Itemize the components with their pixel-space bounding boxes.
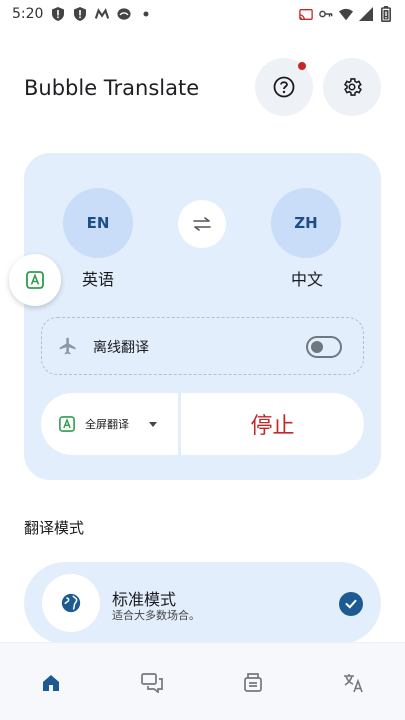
document-icon	[244, 673, 262, 692]
gear-icon	[344, 78, 362, 96]
action-row: 全屏翻译 停止	[41, 393, 364, 455]
nav-home[interactable]	[39, 671, 63, 695]
stop-button[interactable]: 停止	[181, 393, 364, 455]
swap-languages-button[interactable]	[178, 200, 226, 248]
key-icon	[319, 7, 333, 21]
nav-chat[interactable]	[140, 671, 164, 695]
section-title: 翻译模式	[24, 519, 85, 537]
globe-icon	[61, 593, 81, 613]
m-logo-icon	[95, 7, 110, 21]
app-title: Bubble Translate	[24, 76, 200, 100]
offline-translation-row: 离线翻译	[41, 317, 364, 375]
translation-scope-label: 全屏翻译	[85, 418, 129, 431]
status-left: 5:20	[12, 6, 153, 22]
translation-scope-dropdown[interactable]: 全屏翻译	[41, 393, 178, 455]
globe-icon-wrap	[42, 574, 100, 632]
nav-document[interactable]	[241, 671, 265, 695]
mode-option-standard[interactable]: 标准模式 适合大多数场合。	[24, 562, 381, 644]
app-header: Bubble Translate	[0, 58, 405, 118]
notification-dot	[298, 62, 306, 70]
signal-icon	[359, 7, 373, 21]
status-time: 5:20	[12, 6, 44, 22]
help-icon	[273, 76, 295, 98]
home-icon	[43, 675, 59, 691]
wifi-icon	[339, 7, 353, 21]
source-language-name: 英语	[82, 270, 115, 289]
battery-icon	[379, 6, 393, 22]
source-language-button[interactable]: EN	[63, 188, 133, 258]
nav-translate[interactable]	[342, 671, 366, 695]
translate-a-icon	[26, 271, 44, 289]
swap-icon	[193, 217, 211, 231]
target-language-code: ZH	[294, 214, 318, 232]
status-right	[299, 6, 393, 22]
status-bar: 5:20	[0, 0, 405, 28]
offline-translation-label: 离线翻译	[93, 340, 149, 356]
toggle-knob	[311, 341, 323, 353]
target-language-button[interactable]: ZH	[271, 188, 341, 258]
mode-description: 适合大多数场合。	[112, 609, 200, 622]
shield-alert-icon	[73, 7, 87, 21]
translate-a-icon	[59, 416, 75, 432]
speaker-icon	[117, 7, 132, 21]
cast-icon	[299, 7, 313, 21]
chevron-down-icon	[149, 421, 157, 427]
check-icon	[339, 592, 363, 616]
airplane-icon	[58, 336, 78, 360]
offline-toggle[interactable]	[306, 336, 342, 358]
target-language-name: 中文	[291, 270, 324, 289]
floating-bubble[interactable]	[9, 254, 61, 306]
bottom-nav	[0, 642, 405, 720]
translate-icon	[344, 674, 363, 693]
shield-alert-icon	[51, 7, 65, 21]
dot-icon	[139, 7, 153, 21]
settings-button[interactable]	[323, 58, 381, 116]
source-language-code: EN	[86, 214, 110, 232]
chat-icon	[141, 673, 163, 693]
